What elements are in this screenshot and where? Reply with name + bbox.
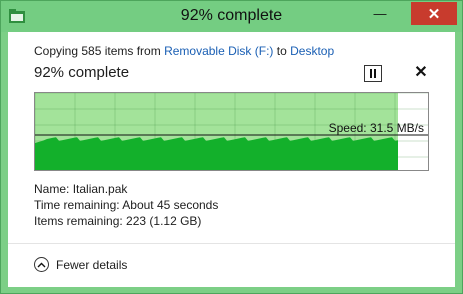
items-label: Items remaining:	[34, 214, 123, 228]
time-value: About 45 seconds	[122, 198, 219, 212]
speed-history-area	[35, 137, 398, 170]
detail-name-row: Name: Italian.pak	[34, 181, 218, 197]
close-button[interactable]: ✕	[411, 2, 457, 25]
details-panel: Name: Italian.pak Time remaining: About …	[34, 181, 218, 229]
detail-items-row: Items remaining: 223 (1.12 GB)	[34, 213, 218, 229]
pause-icon-bar-right	[374, 69, 376, 78]
copy-prefix: Copying 585 items from	[34, 44, 165, 58]
footer-divider	[8, 243, 455, 244]
progress-heading: 92% complete	[34, 64, 130, 81]
name-label: Name:	[34, 182, 70, 196]
fewer-details-label: Fewer details	[56, 257, 128, 272]
transfer-speed-graph: Speed: 31.5 MB/s	[34, 92, 429, 171]
copy-dialog-window: 92% complete — □ ✕ Copying 585 items fro…	[0, 0, 463, 294]
pause-icon-bar-left	[370, 69, 372, 78]
destination-link[interactable]: Desktop	[290, 44, 334, 58]
copy-middle: to	[273, 44, 291, 58]
chevron-up-circle-icon	[34, 257, 49, 272]
dialog-body: Copying 585 items from Removable Disk (F…	[8, 32, 455, 287]
source-link[interactable]: Removable Disk (F:)	[164, 44, 273, 58]
copy-summary: Copying 585 items from Removable Disk (F…	[34, 44, 334, 58]
speed-label: Speed: 31.5 MB/s	[328, 121, 424, 135]
name-value: Italian.pak	[72, 182, 128, 196]
items-value: 223 (1.12 GB)	[126, 214, 202, 228]
title-bar[interactable]: 92% complete — □ ✕	[1, 1, 462, 32]
fewer-details-toggle[interactable]: Fewer details	[34, 257, 127, 272]
detail-time-row: Time remaining: About 45 seconds	[34, 197, 218, 213]
minimize-button[interactable]: —	[367, 2, 393, 25]
time-label: Time remaining:	[34, 198, 120, 212]
pause-button[interactable]	[364, 65, 382, 82]
cancel-button[interactable]: ✕	[413, 64, 429, 82]
